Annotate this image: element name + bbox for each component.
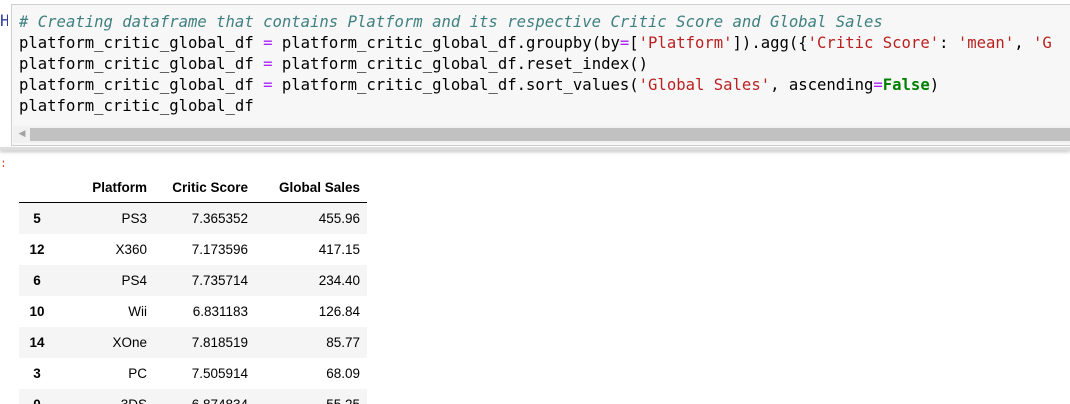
code-token: : (939, 34, 958, 52)
input-prompt: H (0, 11, 8, 30)
code-token: platform_critic_global_df (19, 76, 264, 94)
cell-global-sales: 455.96 (318, 211, 360, 226)
dataframe-table: Platform Critic Score Global Sales 5 PS3 7… (19, 172, 367, 404)
column-header-global-sales: Global Sales (248, 172, 367, 203)
cell-critic-score: 7.818519 (191, 335, 248, 350)
code-token: 'G (1033, 34, 1052, 52)
output-area: Platform Critic Score Global Sales 5 PS3 7… (0, 150, 1070, 404)
row-index: 10 (29, 304, 45, 319)
cell-platform: Wii (128, 304, 147, 319)
code-text[interactable]: # Creating dataframe that contains Platf… (19, 12, 1052, 117)
row-index: 14 (29, 335, 45, 350)
cell-critic-score: 7.735714 (191, 273, 248, 288)
cell-critic-score: 7.173596 (191, 242, 248, 257)
cell-critic-score: 6.831183 (192, 304, 248, 319)
code-token: , (1014, 34, 1033, 52)
cell-platform: PC (128, 366, 147, 381)
table-row: 14 XOne 7.818519 85.77 (19, 327, 367, 358)
cell-critic-score: 7.505914 (191, 366, 248, 381)
code-token: platform_critic_global_df (19, 97, 254, 115)
table-row: 10 Wii 6.831183 126.84 (19, 296, 367, 327)
column-header-critic-score: Critic Score (147, 172, 248, 203)
cell-platform: XOne (112, 335, 147, 350)
cell-global-sales: 234.40 (318, 273, 360, 288)
code-token: platform_critic_global_df.groupby(by (272, 34, 620, 52)
cell-critic-score: 6.874834 (147, 389, 248, 404)
code-token: 'Global Sales' (638, 76, 771, 94)
cell-global-sales: 68.09 (326, 366, 360, 381)
code-token: 'Critic Score' (807, 34, 940, 52)
code-input-cell[interactable]: H # Creating dataframe that contains Pla… (0, 0, 1070, 148)
code-token: , ascending (770, 76, 874, 94)
code-token: [ (629, 34, 639, 52)
table-header-row: Platform Critic Score Global Sales (19, 172, 367, 203)
row-index: 3 (33, 366, 41, 381)
index-header (19, 172, 63, 203)
scrollbar-thumb[interactable] (30, 128, 1070, 141)
code-token: platform_critic_global_df.reset_index() (272, 55, 649, 73)
code-token: 'mean' (957, 34, 1015, 52)
code-token: = (619, 34, 630, 52)
scroll-left-arrow-icon[interactable]: ◀ (16, 128, 28, 141)
row-index: 5 (33, 211, 41, 226)
code-token: # Creating dataframe that contains Platf… (19, 13, 883, 31)
table-row: 03DS6.87483455.25 (19, 389, 367, 404)
horizontal-scrollbar[interactable]: ◀ (13, 126, 1070, 143)
table-row: 5 PS3 7.365352 455.96 (19, 202, 367, 234)
row-index: 12 (29, 242, 45, 257)
code-token: ]).agg({ (732, 34, 808, 52)
cell-platform: 3DS (63, 389, 147, 404)
code-token: platform_critic_global_df.sort_values( (272, 76, 639, 94)
code-token: platform_critic_global_df (19, 55, 264, 73)
cell-platform: PS3 (121, 211, 147, 226)
cell-platform: PS4 (121, 273, 147, 288)
cell-global-sales: 126.84 (318, 304, 360, 319)
code-token: 'Platform' (638, 34, 733, 52)
code-token: = (873, 76, 883, 94)
cell-global-sales: 55.25 (248, 389, 367, 404)
code-token: False (882, 76, 930, 94)
code-editor[interactable]: # Creating dataframe that contains Platf… (11, 4, 1070, 146)
table-row: 12 X360 7.173596 417.15 (19, 234, 367, 265)
code-token: = (263, 76, 273, 94)
cell-global-sales: 85.77 (326, 335, 360, 350)
row-index: 0 (19, 389, 63, 404)
code-token: ) (929, 76, 940, 94)
cell-critic-score: 7.365352 (191, 211, 248, 226)
code-token: platform_critic_global_df (19, 34, 264, 52)
cell-global-sales: 417.15 (318, 242, 360, 257)
row-index: 6 (33, 273, 41, 288)
table-row: 6 PS4 7.735714 234.40 (19, 265, 367, 296)
code-token: = (263, 34, 273, 52)
column-header-platform: Platform (63, 172, 147, 203)
code-token: = (263, 55, 273, 73)
cell-platform: X360 (115, 242, 147, 257)
table-row: 3 PC 7.505914 68.09 (19, 358, 367, 389)
